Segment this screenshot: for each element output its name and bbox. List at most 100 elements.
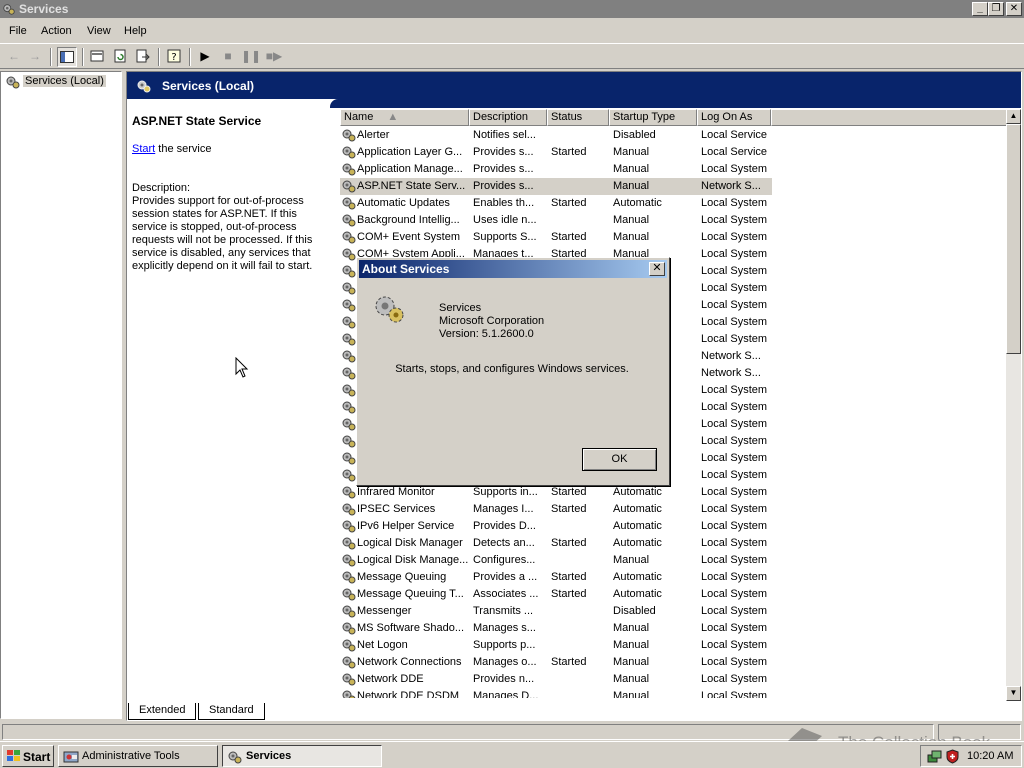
column-header-startup-type[interactable]: Startup Type: [609, 109, 697, 126]
table-row[interactable]: IPv6 Helper Service Provides D... Automati…: [340, 518, 1010, 535]
start-service-link[interactable]: Start: [132, 143, 155, 155]
close-button[interactable]: ✕: [1006, 2, 1022, 16]
cell-description: Provides D...: [473, 520, 536, 532]
column-header-log-on-as[interactable]: Log On As: [697, 109, 771, 126]
menu-view[interactable]: View: [87, 25, 111, 37]
taskbar-button-label: Administrative Tools: [82, 750, 180, 762]
forward-arrow-icon[interactable]: →: [25, 47, 45, 67]
cell-startup-type: Automatic: [613, 588, 662, 600]
ok-button[interactable]: OK: [582, 448, 657, 471]
table-row[interactable]: COM+ Event System Supports S... Started Man…: [340, 229, 1010, 246]
cell-name: Message Queuing: [357, 571, 447, 583]
table-row[interactable]: Message Queuing Provides a ... Started Auto…: [340, 569, 1010, 586]
table-row[interactable]: Infrared Monitor Supports in... Started Aut…: [340, 484, 1010, 501]
cell-name: Background Intellig...: [357, 214, 460, 226]
show-hide-tree-icon[interactable]: [57, 47, 77, 67]
service-gear-icon: [342, 333, 356, 346]
scroll-down-icon[interactable]: ▼: [1006, 686, 1021, 701]
cell-name: Messenger: [357, 605, 412, 617]
taskbar-button-services[interactable]: Services: [222, 745, 382, 767]
cell-log-on-as: Local System: [701, 299, 768, 311]
start-label: Start: [23, 750, 51, 764]
service-gear-icon: [342, 282, 356, 295]
service-gear-icon: [342, 146, 356, 159]
cell-name: IPv6 Helper Service: [357, 520, 455, 532]
cell-name: IPSEC Services: [357, 503, 436, 515]
back-arrow-icon[interactable]: ←: [4, 47, 24, 67]
table-row[interactable]: Network Connections Manages o... Started Ma…: [340, 654, 1010, 671]
table-row[interactable]: Logical Disk Manage... Configures... Manua…: [340, 552, 1010, 569]
service-gear-icon: [342, 469, 356, 482]
service-gear-icon: [342, 520, 356, 533]
cell-name: Infrared Monitor: [357, 486, 435, 498]
stop-icon[interactable]: ■: [218, 47, 238, 67]
windows-logo-icon: [7, 750, 20, 761]
restore-button[interactable]: ❐: [988, 2, 1004, 16]
tab-standard[interactable]: Standard: [198, 703, 265, 720]
table-row[interactable]: Message Queuing T... Associates ... Starte…: [340, 586, 1010, 603]
table-row[interactable]: Alerter Notifies sel... Disabled Local Serv…: [340, 127, 1010, 144]
table-row[interactable]: Net Logon Supports p... Manual Local System: [340, 637, 1010, 654]
column-header-status[interactable]: Status: [547, 109, 609, 126]
minimize-button[interactable]: _: [972, 2, 988, 16]
table-row[interactable]: Messenger Transmits ... Disabled Local Syst…: [340, 603, 1010, 620]
cell-startup-type: Manual: [613, 214, 650, 226]
export-list-icon[interactable]: [133, 47, 153, 67]
column-header-filler: [771, 109, 1010, 126]
cell-name: Application Manage...: [357, 163, 463, 175]
table-row[interactable]: Application Manage... Provides s... Manual…: [340, 161, 1010, 178]
column-header-description[interactable]: Description: [469, 109, 547, 126]
table-row[interactable]: Automatic Updates Enables th... Started Aut…: [340, 195, 1010, 212]
play-icon[interactable]: ▶: [195, 47, 215, 67]
table-row[interactable]: Application Layer G... Provides s... Start…: [340, 144, 1010, 161]
table-row[interactable]: Logical Disk Manager Detects an... Started…: [340, 535, 1010, 552]
cell-startup-type: Disabled: [613, 605, 656, 617]
service-gear-icon: [342, 129, 356, 142]
scroll-thumb[interactable]: [1006, 124, 1021, 354]
table-row[interactable]: Network DDE Provides n... Manual Local Syst…: [340, 671, 1010, 688]
cell-log-on-as: Local System: [701, 622, 768, 634]
properties-icon[interactable]: [87, 47, 107, 67]
column-header-name[interactable]: Name ▲: [340, 109, 469, 126]
cell-log-on-as: Local System: [701, 282, 768, 294]
taskbar-button-administrative-tools[interactable]: Administrative Tools: [58, 745, 218, 767]
menu-help[interactable]: Help: [124, 25, 147, 37]
service-gear-icon: [342, 656, 356, 669]
mouse-pointer-icon: [235, 357, 249, 378]
start-button[interactable]: Start: [2, 745, 54, 767]
cell-startup-type: Manual: [613, 656, 650, 668]
scroll-up-icon[interactable]: ▲: [1006, 109, 1021, 124]
cell-name: Network Connections: [357, 656, 462, 668]
pause-icon[interactable]: ❚❚: [241, 47, 261, 67]
cell-description: Manages s...: [473, 622, 536, 634]
cell-status: Started: [551, 486, 587, 498]
cell-description: Supports in...: [473, 486, 538, 498]
help-icon[interactable]: ?: [164, 47, 184, 67]
network-icon[interactable]: [927, 749, 942, 764]
table-row[interactable]: IPSEC Services Manages I... Started Automat…: [340, 501, 1010, 518]
svg-text:?: ?: [171, 52, 176, 63]
cell-description: Provides s...: [473, 180, 534, 192]
cell-log-on-as: Network S...: [701, 180, 761, 192]
dialog-titlebar[interactable]: About Services ✕: [359, 260, 667, 278]
table-row[interactable]: MS Software Shado... Manages s... Manual Lo…: [340, 620, 1010, 637]
table-row[interactable]: ASP.NET State Serv... Provides s... Manual…: [340, 178, 772, 195]
security-shield-icon[interactable]: [945, 749, 960, 764]
refresh-icon[interactable]: [110, 47, 130, 67]
cell-status: Started: [551, 571, 587, 583]
cell-log-on-as: Local System: [701, 214, 768, 226]
restart-icon[interactable]: ■▶: [264, 47, 284, 67]
menu-file[interactable]: File: [9, 25, 27, 37]
window-titlebar[interactable]: Services _ ❐ ✕: [0, 0, 1024, 18]
table-row[interactable]: Network DDE DSDM Manages D... Manual Local …: [340, 688, 1010, 698]
dialog-close-button[interactable]: ✕: [649, 262, 665, 276]
vertical-scrollbar[interactable]: ▲ ▼: [1006, 109, 1021, 701]
tab-extended[interactable]: Extended: [128, 703, 197, 720]
cell-startup-type: Disabled: [613, 129, 656, 141]
table-row[interactable]: Background Intellig... Uses idle n... Manu…: [340, 212, 1010, 229]
cell-log-on-as: Local System: [701, 588, 768, 600]
menu-action[interactable]: Action: [41, 25, 72, 37]
cell-startup-type: Manual: [613, 163, 650, 175]
cell-log-on-as: Local System: [701, 690, 768, 698]
cell-name: Alerter: [357, 129, 390, 141]
